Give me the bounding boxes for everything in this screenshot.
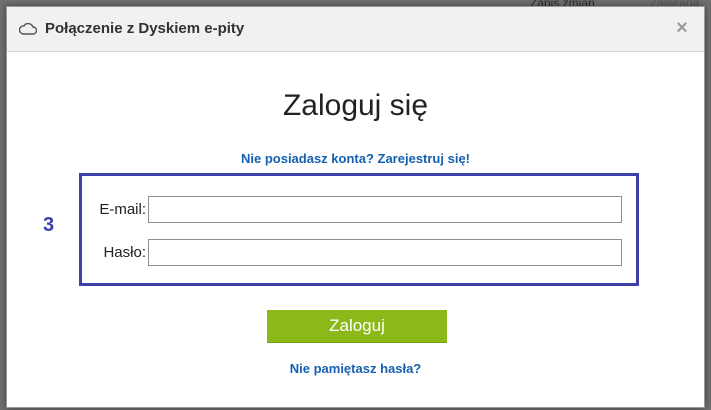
- password-field[interactable]: [148, 239, 622, 266]
- close-icon[interactable]: ×: [670, 16, 694, 40]
- step-number: 3: [43, 214, 55, 236]
- login-dialog: Połączenie z Dyskiem e-pity × Zaloguj si…: [6, 6, 705, 408]
- email-field[interactable]: [148, 196, 622, 223]
- cloud-icon: [18, 22, 38, 35]
- page-title: Zaloguj się: [282, 89, 429, 122]
- forgot-password-link[interactable]: Nie pamiętasz hasła?: [7, 361, 704, 376]
- email-label: E-mail:: [99, 201, 146, 218]
- password-label: Hasło:: [103, 244, 146, 261]
- dialog-titlebar: Połączenie z Dyskiem e-pity ×: [7, 7, 704, 52]
- login-form-frame: E-mail: Hasło:: [79, 173, 639, 286]
- login-button[interactable]: Zaloguj: [267, 310, 447, 343]
- dialog-title: Połączenie z Dyskiem e-pity: [45, 20, 245, 37]
- register-link[interactable]: Nie posiadasz konta? Zarejestruj się!: [7, 151, 704, 166]
